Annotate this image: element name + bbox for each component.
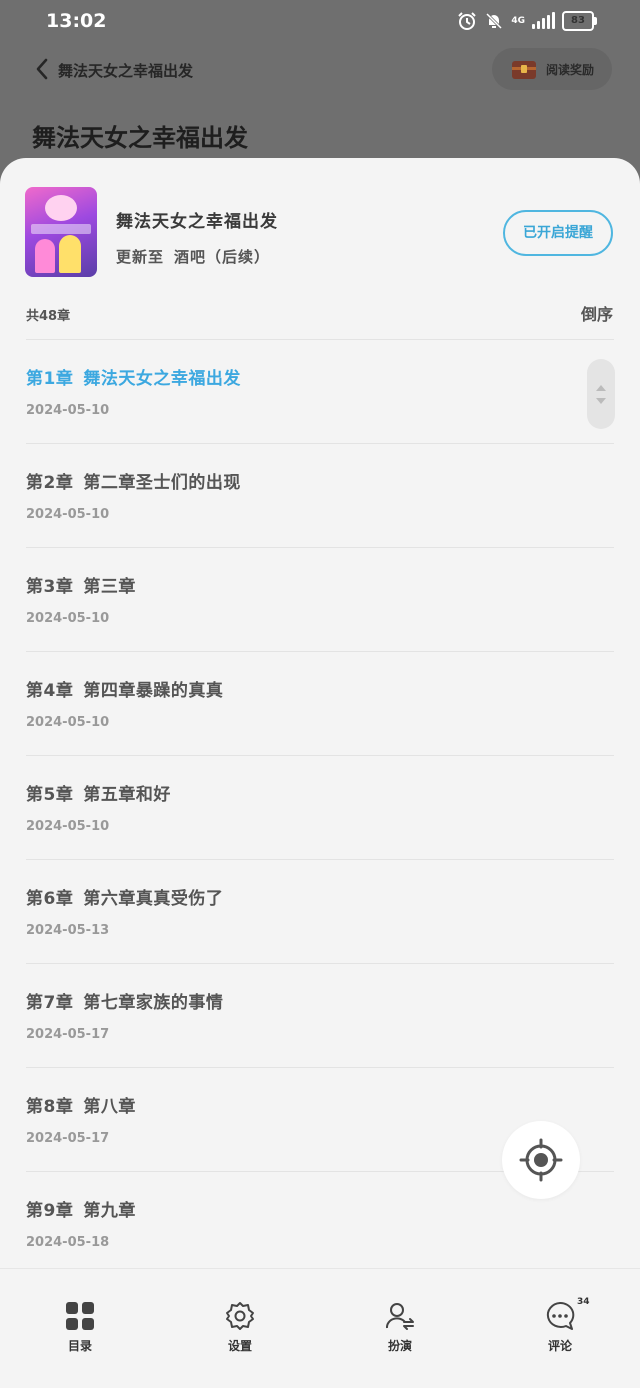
chapter-item-2[interactable]: 第2章 第二章圣士们的出现 2024-05-10 <box>26 444 614 548</box>
list-header: 共48章 倒序 <box>0 293 640 339</box>
chapter-name: 第七章家族的事情 <box>83 993 224 1013</box>
chapter-name: 第三章 <box>83 577 136 597</box>
catalog-icon <box>66 1302 94 1330</box>
tab-comments[interactable]: 34 评论 <box>515 1297 605 1354</box>
comment-count-badge: 34 <box>577 1297 590 1307</box>
roleplay-user-icon <box>386 1303 414 1330</box>
tab-settings-label: 设置 <box>227 1339 252 1353</box>
treasure-chest-icon <box>511 61 536 79</box>
comment-icon <box>546 1301 575 1330</box>
chapter-item-1[interactable]: 第1章 舞法天女之幸福出发 2024-05-10 <box>26 340 614 444</box>
book-update-info: 更新至 酒吧（后续） <box>116 246 270 267</box>
chapter-date: 2024-05-10 <box>26 507 110 522</box>
bottom-tab-bar: 目录 设置 扮演 34 评论 <box>0 1268 640 1388</box>
chapter-number: 第4章 <box>26 681 74 701</box>
chapter-number: 第7章 <box>26 993 74 1013</box>
crosshair-icon <box>519 1138 563 1182</box>
catalog-sheet: 舞法天女之幸福出发 更新至 酒吧（后续） 已开启提醒 共48章 倒序 第1章 舞法天… <box>0 158 640 1387</box>
chapter-title: 第6章 第六章真真受伤了 <box>26 884 223 909</box>
update-chapter: 酒吧（后续） <box>174 248 271 266</box>
chapter-item-7[interactable]: 第7章 第七章家族的事情 2024-05-17 <box>26 964 614 1068</box>
reading-reward-label: 阅读奖励 <box>545 62 594 77</box>
chapter-date: 2024-05-13 <box>26 923 110 938</box>
chapter-number: 第8章 <box>26 1097 74 1117</box>
chapter-name: 第九章 <box>83 1201 136 1221</box>
book-cover <box>25 187 97 277</box>
alarm-icon <box>458 12 477 30</box>
chapter-item-4[interactable]: 第4章 第四章暴躁的真真 2024-05-10 <box>26 652 614 756</box>
chapter-count: 共48章 <box>26 309 71 324</box>
chapter-name: 第六章真真受伤了 <box>83 889 224 909</box>
scroll-down-icon <box>596 398 606 404</box>
chapter-title: 第9章 第九章 <box>26 1196 136 1221</box>
chapter-number: 第3章 <box>26 577 74 597</box>
chapter-name: 第五章和好 <box>83 785 171 805</box>
nav-title: 舞法天女之幸福出发 <box>58 62 194 80</box>
tab-comments-label: 评论 <box>547 1339 572 1353</box>
tab-catalog-label: 目录 <box>67 1339 92 1353</box>
battery-icon: 83 <box>562 11 597 31</box>
chapter-number: 第2章 <box>26 473 74 493</box>
battery-level: 83 <box>571 15 585 26</box>
top-nav: 舞法天女之幸福出发 阅读奖励 <box>0 44 640 96</box>
status-icons: 4G 83 <box>457 11 597 31</box>
chapter-title: 第3章 第三章 <box>26 572 136 597</box>
scroll-up-icon <box>596 385 606 391</box>
chapter-title: 第4章 第四章暴躁的真真 <box>26 676 223 701</box>
tab-roleplay-label: 扮演 <box>387 1339 412 1353</box>
reading-reward-button[interactable]: 阅读奖励 <box>492 48 612 90</box>
chapter-date: 2024-05-17 <box>26 1027 110 1042</box>
chapter-title: 第5章 第五章和好 <box>26 780 171 805</box>
chapter-date: 2024-05-10 <box>26 715 110 730</box>
chapter-number: 第6章 <box>26 889 74 909</box>
fast-scroll-handle[interactable] <box>587 359 615 429</box>
chapter-name: 第二章圣士们的出现 <box>83 473 241 493</box>
chapter-title: 第1章 舞法天女之幸福出发 <box>26 364 241 389</box>
chapter-date: 2024-05-10 <box>26 611 110 626</box>
chapter-number: 第1章 <box>26 369 74 389</box>
locate-current-chapter-button[interactable] <box>502 1121 580 1199</box>
chapter-date: 2024-05-10 <box>26 819 110 834</box>
update-reminder-button[interactable]: 已开启提醒 <box>503 210 613 256</box>
chapter-item-3[interactable]: 第3章 第三章 2024-05-10 <box>26 548 614 652</box>
page-title: 舞法天女之幸福出发 <box>32 124 248 152</box>
chapter-title: 第2章 第二章圣士们的出现 <box>26 468 241 493</box>
chapter-item-5[interactable]: 第5章 第五章和好 2024-05-10 <box>26 756 614 860</box>
update-prefix: 更新至 <box>116 248 165 266</box>
signal-icon <box>532 12 555 29</box>
chapter-date: 2024-05-17 <box>26 1131 110 1146</box>
sort-order-button[interactable]: 倒序 <box>581 301 613 325</box>
chapter-name: 第八章 <box>83 1097 136 1117</box>
gear-icon <box>226 1302 254 1330</box>
back-icon[interactable] <box>30 54 56 84</box>
chapter-title: 第7章 第七章家族的事情 <box>26 988 223 1013</box>
chapter-name: 舞法天女之幸福出发 <box>83 369 241 389</box>
chapter-number: 第5章 <box>26 785 74 805</box>
tab-catalog[interactable]: 目录 <box>35 1301 125 1354</box>
mute-bell-icon <box>486 12 503 30</box>
chapter-date: 2024-05-18 <box>26 1235 110 1250</box>
tab-roleplay[interactable]: 扮演 <box>355 1301 445 1354</box>
chapter-item-6[interactable]: 第6章 第六章真真受伤了 2024-05-13 <box>26 860 614 964</box>
chapter-date: 2024-05-10 <box>26 403 110 418</box>
chapter-name: 第四章暴躁的真真 <box>83 681 224 701</box>
chapter-title: 第8章 第八章 <box>26 1092 136 1117</box>
status-bar: 13:02 4G 83 <box>0 0 640 44</box>
book-name: 舞法天女之幸福出发 <box>116 212 278 232</box>
chapter-number: 第9章 <box>26 1201 74 1221</box>
tab-settings[interactable]: 设置 <box>195 1301 285 1354</box>
book-header: 舞法天女之幸福出发 更新至 酒吧（后续） 已开启提醒 <box>0 158 640 278</box>
status-time: 13:02 <box>46 10 107 32</box>
network-type: 4G <box>511 15 525 26</box>
